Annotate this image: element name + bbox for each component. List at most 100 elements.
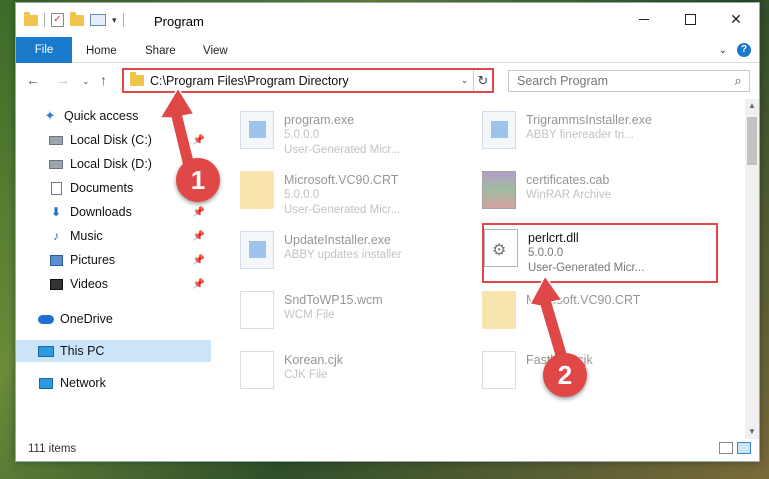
- downloads-icon: ⬇: [50, 205, 62, 219]
- tab-share[interactable]: Share: [133, 40, 188, 62]
- sidebar-item-network[interactable]: Network: [16, 372, 211, 394]
- customize-view-icon[interactable]: [90, 14, 106, 26]
- quick-access-toolbar: ✓ ▾: [24, 11, 124, 27]
- cloud-icon: [38, 312, 54, 326]
- scroll-thumb[interactable]: [747, 117, 757, 165]
- ribbon-tabs: File Home Share View ⌄ ?: [16, 37, 759, 63]
- chevron-down-icon[interactable]: ⌄: [456, 70, 474, 91]
- sidebar-item-label: This PC: [60, 344, 105, 358]
- star-icon: ✦: [44, 108, 56, 123]
- file-name: Korean.cjk: [284, 353, 344, 367]
- file-description: User-Generated Micr...: [284, 204, 401, 216]
- sidebar-item-label: Local Disk (D:): [70, 157, 152, 171]
- vertical-scrollbar[interactable]: ▲ ▼: [745, 99, 759, 439]
- sidebar-item-onedrive[interactable]: OneDrive: [16, 308, 211, 330]
- tiles-view-icon[interactable]: [737, 442, 751, 454]
- pin-icon[interactable]: 📌: [193, 135, 205, 146]
- back-arrow-icon[interactable]: ←: [26, 72, 40, 88]
- sidebar-item-label: OneDrive: [60, 312, 113, 326]
- folder-icon: [130, 72, 144, 86]
- file-icon: [482, 351, 516, 389]
- refresh-icon[interactable]: ↻: [474, 73, 492, 89]
- folder-icon: [240, 171, 274, 209]
- file-item-program-exe[interactable]: program.exe 5.0.0.0 User-Generated Micr.…: [240, 107, 480, 159]
- file-list: program.exe 5.0.0.0 User-Generated Micr.…: [212, 99, 746, 439]
- search-input[interactable]: Search Program: [509, 74, 727, 88]
- rar-icon: [482, 171, 516, 209]
- view-switcher: [719, 442, 751, 454]
- customize-arrow-icon[interactable]: ▾: [112, 15, 117, 26]
- up-arrow-icon[interactable]: ↑: [100, 72, 107, 88]
- callout-badge: 2: [543, 353, 587, 397]
- navigation-pane: ✦ Quick access Local Disk (C:) 📌 Local D…: [16, 105, 211, 435]
- sidebar-item-downloads[interactable]: ⬇ Downloads 📌: [16, 201, 211, 223]
- selection-highlight: [482, 223, 718, 283]
- file-version: 5.0.0.0: [284, 189, 320, 201]
- window-title: Program: [154, 14, 204, 29]
- address-path[interactable]: C:\Program Files\Program Directory: [150, 74, 456, 88]
- file-item-microsoft-vc90-crt[interactable]: Microsoft.VC90.CRT 5.0.0.0 User-Generate…: [240, 167, 480, 219]
- search-box[interactable]: Search Program ⌕: [508, 70, 750, 92]
- item-count: 111 items: [28, 443, 77, 455]
- sidebar-item-label: Local Disk (C:): [70, 133, 152, 147]
- pin-icon[interactable]: 📌: [193, 231, 205, 242]
- caption-buttons: ✕: [621, 3, 759, 35]
- sidebar-item-label: Videos: [70, 277, 108, 291]
- sidebar-item-pictures[interactable]: Pictures 📌: [16, 249, 211, 271]
- sidebar-item-label: Music: [70, 229, 103, 243]
- sidebar-item-this-pc[interactable]: This PC: [16, 340, 211, 362]
- tab-view[interactable]: View: [191, 40, 240, 62]
- file-version: 5.0.0.0: [284, 129, 320, 141]
- sidebar-item-label: Documents: [70, 181, 134, 195]
- file-item-korean-cjk[interactable]: Korean.cjk CJK File: [240, 347, 480, 399]
- file-name: TrigrammsInstaller.exe: [526, 113, 652, 127]
- folder-icon[interactable]: [24, 11, 38, 26]
- minimize-button[interactable]: [621, 3, 667, 35]
- sidebar-item-local-disk-c[interactable]: Local Disk (C:) 📌: [16, 129, 211, 151]
- callout-badge: 1: [176, 158, 220, 202]
- file-name: Microsoft.VC90.CRT: [526, 293, 641, 307]
- sidebar-item-quick-access[interactable]: ✦ Quick access: [16, 105, 211, 127]
- file-item-sndtowp15[interactable]: SndToWP15.wcm WCM File: [240, 287, 480, 339]
- file-item-microsoft-vc90-crt-2[interactable]: Microsoft.VC90.CRT: [482, 287, 722, 339]
- sidebar-item-videos[interactable]: Videos 📌: [16, 273, 211, 295]
- details-view-icon[interactable]: [719, 442, 733, 454]
- file-description: ABBY finereader tri...: [526, 129, 634, 141]
- file-name: program.exe: [284, 113, 355, 127]
- recent-locations-icon[interactable]: ⌄: [82, 76, 90, 87]
- status-bar: 111 items: [16, 437, 759, 461]
- music-icon: ♪: [53, 229, 59, 243]
- file-item-update-installer[interactable]: UpdateInstaller.exe ABBY updates install…: [240, 227, 480, 279]
- forward-arrow-icon[interactable]: →: [56, 72, 70, 88]
- pin-icon[interactable]: 📌: [193, 207, 205, 218]
- help-icon[interactable]: ?: [737, 43, 751, 57]
- file-item-trigramms-installer[interactable]: TrigrammsInstaller.exe ABBY finereader t…: [482, 107, 722, 159]
- sidebar-item-label: Quick access: [64, 109, 139, 123]
- new-folder-icon[interactable]: [70, 11, 84, 26]
- scroll-up-icon[interactable]: ▲: [745, 99, 759, 113]
- videos-icon: [48, 277, 64, 291]
- tab-file[interactable]: File: [16, 37, 72, 63]
- file-description: WCM File: [284, 309, 335, 321]
- file-item-fastleen-cjk[interactable]: Fastleen.cjk: [482, 347, 722, 399]
- exe-icon: [482, 111, 516, 149]
- file-description: User-Generated Micr...: [284, 144, 401, 156]
- file-name: Microsoft.VC90.CRT: [284, 173, 399, 187]
- maximize-button[interactable]: [667, 3, 713, 35]
- sidebar-item-music[interactable]: ♪ Music 📌: [16, 225, 211, 247]
- file-item-certificates-cab[interactable]: certificates.cab WinRAR Archive: [482, 167, 722, 219]
- expand-ribbon-icon[interactable]: ⌄: [719, 45, 727, 56]
- toolbar-separator: [122, 13, 124, 27]
- search-icon[interactable]: ⌕: [727, 73, 749, 89]
- close-button[interactable]: ✕: [713, 3, 759, 35]
- properties-icon[interactable]: ✓: [51, 13, 64, 27]
- address-bar[interactable]: C:\Program Files\Program Directory ⌄ ↻: [122, 68, 494, 93]
- file-name: certificates.cab: [526, 173, 610, 187]
- pin-icon[interactable]: 📌: [193, 279, 205, 290]
- tab-home[interactable]: Home: [74, 40, 129, 62]
- pin-icon[interactable]: 📌: [193, 255, 205, 266]
- title-bar: ✓ ▾ Program ✕: [16, 3, 759, 37]
- explorer-window: ✓ ▾ Program ✕ File Home Share View ⌄ ? ←…: [15, 2, 760, 462]
- file-description: ABBY updates installer: [284, 249, 402, 261]
- sidebar-item-label: Downloads: [70, 205, 132, 219]
